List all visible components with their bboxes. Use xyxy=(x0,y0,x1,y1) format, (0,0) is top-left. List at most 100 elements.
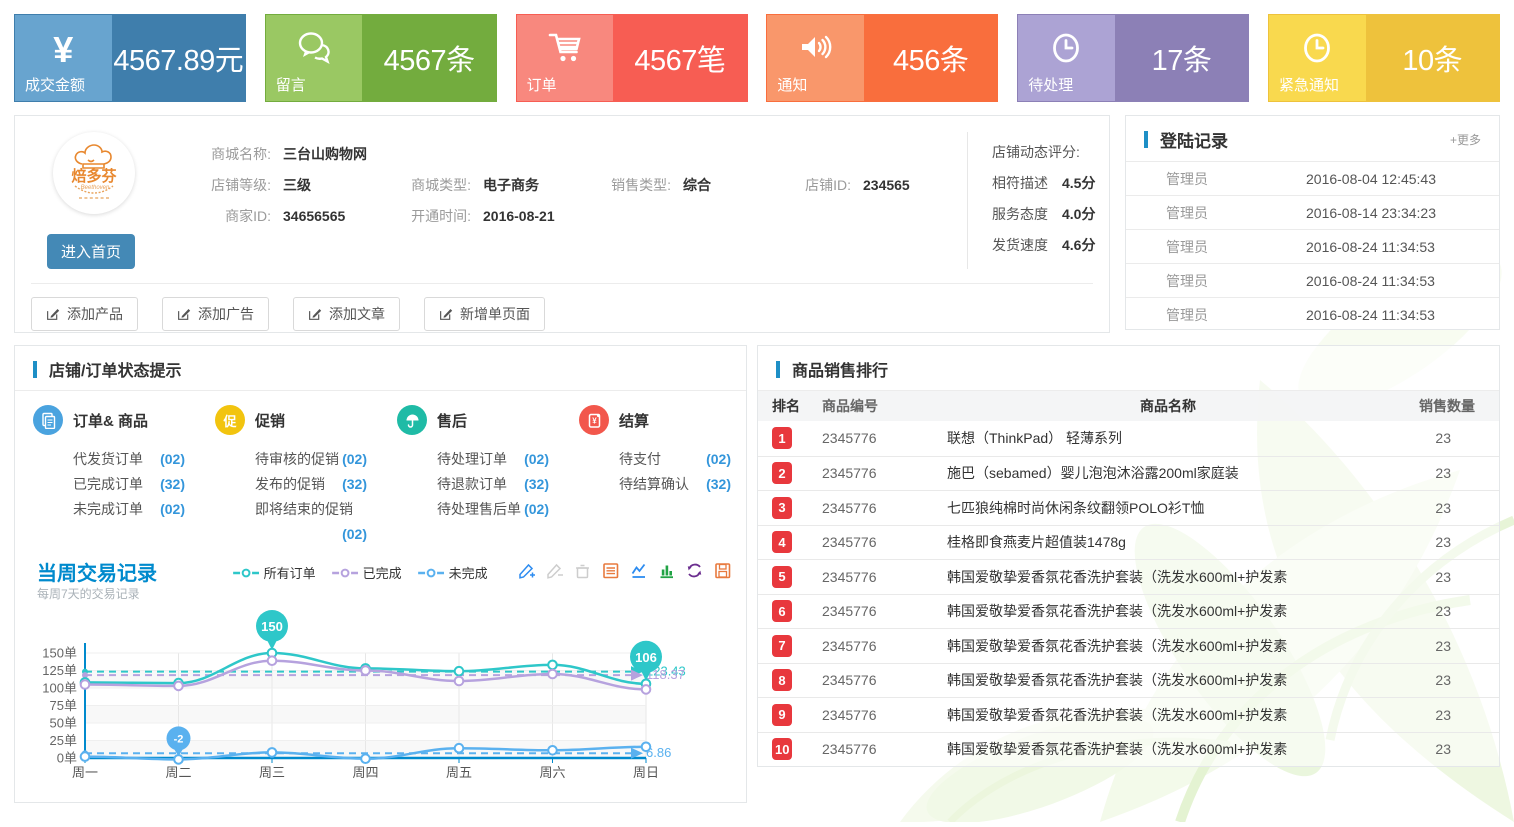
shop-id: 234565 xyxy=(863,177,967,193)
ranking-title: 商品销售排行 xyxy=(792,357,888,381)
line-chart-icon[interactable] xyxy=(629,561,648,580)
rank-badge: 7 xyxy=(772,635,792,657)
legend-completed[interactable]: 已完成 xyxy=(332,563,402,582)
open-date: 2016-08-21 xyxy=(483,208,587,224)
ranking-row: 32345776七匹狼纯棉时尚休闲条纹翻领POLO衫T恤23 xyxy=(758,490,1499,525)
status-item[interactable]: 待处理售后单(02) xyxy=(437,497,549,522)
chart-title: 当周交易记录 xyxy=(37,557,157,586)
speaker-icon xyxy=(797,30,835,71)
svg-text:周四: 周四 xyxy=(352,765,378,780)
ranking-row: 82345776韩国爱敬挚爱香氛花香洗护套装（洗发水600ml+护发素23 xyxy=(758,663,1499,698)
stat-card-label: 待处理 xyxy=(1028,74,1073,95)
svg-text:-2: -2 xyxy=(174,733,184,745)
edit-icon xyxy=(308,307,322,321)
ranking-row: 42345776桂格即食燕麦片超值装1478g23 xyxy=(758,525,1499,560)
rank-badge: 6 xyxy=(772,600,792,622)
stat-card-value: 456条 xyxy=(864,15,997,101)
ranking-row: 12345776联想（ThinkPad） 轻薄系列23 xyxy=(758,421,1499,456)
weekly-trade-chart: 0单25单50单75单100单125单150单周一周二周三周四周五周六周日123… xyxy=(15,607,746,789)
login-user: 管理员 xyxy=(1166,237,1306,257)
add-ad-button[interactable]: 添加广告 xyxy=(162,297,269,331)
ranking-row: 22345776施巴（sebamed）婴儿泡泡沐浴露200ml家庭装23 xyxy=(758,456,1499,491)
login-record-row: 管理员2016-08-14 23:34:23 xyxy=(1126,195,1499,229)
group-settlement: ¥ 结算 待支付(02) 待结算确认(32) xyxy=(579,405,747,547)
field-label: 商家ID: xyxy=(187,206,271,226)
sale-type: 综合 xyxy=(683,175,787,195)
login-user: 管理员 xyxy=(1166,271,1306,291)
bar-chart-icon[interactable] xyxy=(657,561,676,580)
group-title: 售后 xyxy=(437,410,467,431)
save-icon[interactable] xyxy=(713,561,732,580)
legend-all-orders[interactable]: 所有订单 xyxy=(233,563,316,582)
edit-icon xyxy=(439,307,453,321)
field-label: 商城类型: xyxy=(387,175,471,195)
rating-value: 4.0分 xyxy=(1062,204,1095,224)
group-after-sales: 售后 待处理订单(02) 待退款订单(32) 待处理售后单(02) xyxy=(397,405,579,547)
rating-label: 服务态度 xyxy=(992,204,1048,224)
stat-card-value: 4567笔 xyxy=(613,15,746,101)
svg-text:周一: 周一 xyxy=(72,765,98,780)
status-item[interactable]: 待审核的促销(02) xyxy=(255,447,367,472)
status-item[interactable]: 即将结束的促销(02) xyxy=(255,497,367,547)
data-view-icon[interactable] xyxy=(601,561,620,580)
store-info-panel: 焙多芬 Beethoven 进入首页 商城名称: 三台山购物网 店铺等 xyxy=(14,115,1110,333)
remove-line-marker-icon[interactable] xyxy=(545,561,564,580)
add-article-button[interactable]: 添加文章 xyxy=(293,297,400,331)
status-item[interactable]: 待支付(02) xyxy=(619,447,731,472)
cart-icon xyxy=(546,30,584,71)
svg-text:150单: 150单 xyxy=(42,646,77,661)
status-item[interactable]: 待结算确认(32) xyxy=(619,472,731,497)
add-line-marker-icon[interactable] xyxy=(517,561,536,580)
umbrella-icon xyxy=(397,405,427,435)
login-time: 2016-08-14 23:34:23 xyxy=(1306,205,1436,221)
store-fields: 商城名称: 三台山购物网 店铺等级: 三级 商城类型: 电子商务 销售类型: 综… xyxy=(171,132,967,269)
status-item[interactable]: 待退款订单(32) xyxy=(437,472,549,497)
merchant-id: 34656565 xyxy=(283,208,387,224)
enter-homepage-button[interactable]: 进入首页 xyxy=(47,234,135,269)
add-product-button[interactable]: 添加产品 xyxy=(31,297,138,331)
more-link[interactable]: +更多 xyxy=(1450,131,1481,148)
field-label: 开通时间: xyxy=(387,206,471,226)
ranking-row: 62345776韩国爱敬挚爱香氛花香洗护套装（洗发水600ml+护发素23 xyxy=(758,594,1499,629)
stat-card-label: 订单 xyxy=(527,74,557,95)
stat-card-urgent-notice: 紧急通知 10条 xyxy=(1268,14,1500,102)
status-item[interactable]: 已完成订单(32) xyxy=(73,472,185,497)
svg-text:125单: 125单 xyxy=(42,663,77,678)
store-type: 电子商务 xyxy=(483,175,587,195)
login-records-title: 登陆记录 xyxy=(1160,127,1228,152)
clear-markers-icon[interactable] xyxy=(573,561,592,580)
stat-card-orders: 订单 4567笔 xyxy=(516,14,748,102)
status-item[interactable]: 发布的促销(32) xyxy=(255,472,367,497)
ranking-row: 52345776韩国爱敬挚爱香氛花香洗护套装（洗发水600ml+护发素23 xyxy=(758,559,1499,594)
order-status-panel: 店铺/订单状态提示 订单& 商品 代发货订单(02) 已完成订单(32) 未完成… xyxy=(14,345,747,803)
rank-badge: 10 xyxy=(772,738,792,760)
rank-badge: 1 xyxy=(772,427,792,449)
rating-label: 发货速度 xyxy=(992,235,1048,255)
title-accent-bar xyxy=(1144,131,1148,148)
status-item[interactable]: 待处理订单(02) xyxy=(437,447,549,472)
svg-text:焙多芬: 焙多芬 xyxy=(71,167,117,185)
chat-bubbles-icon xyxy=(295,30,333,71)
ranking-row: 92345776韩国爱敬挚爱香氛花香洗护套装（洗发水600ml+护发素23 xyxy=(758,697,1499,732)
login-record-row: 管理员2016-08-24 11:34:53 xyxy=(1126,229,1499,263)
svg-text:0单: 0单 xyxy=(57,751,77,766)
stat-card-label: 留言 xyxy=(276,74,306,95)
rank-badge: 5 xyxy=(772,566,792,588)
status-item[interactable]: 代发货订单(02) xyxy=(73,447,185,472)
refresh-icon[interactable] xyxy=(685,561,704,580)
add-single-page-button[interactable]: 新增单页面 xyxy=(424,297,545,331)
svg-text:周六: 周六 xyxy=(539,765,565,780)
billing-icon: ¥ xyxy=(579,405,609,435)
rank-badge: 4 xyxy=(772,531,792,553)
status-item[interactable]: 未完成订单(02) xyxy=(73,497,185,522)
legend-incomplete[interactable]: 未完成 xyxy=(418,563,488,582)
ranking-row: 72345776韩国爱敬挚爱香氛花香洗护套装（洗发水600ml+护发素23 xyxy=(758,628,1499,663)
svg-text:周二: 周二 xyxy=(165,765,191,780)
ranking-table-body: 12345776联想（ThinkPad） 轻薄系列23 22345776施巴（s… xyxy=(758,421,1499,766)
dashboard-page: ¥ 成交金额 4567.89元 留言 4567条 xyxy=(0,0,1514,817)
product-sales-ranking-panel: 商品销售排行 排名 商品编号 商品名称 销售数量 12345776联想（Thin… xyxy=(757,345,1500,767)
documents-icon xyxy=(33,405,63,435)
login-time: 2016-08-04 12:45:43 xyxy=(1306,171,1436,187)
stat-card-notifications: 通知 456条 xyxy=(766,14,998,102)
login-user: 管理员 xyxy=(1166,305,1306,325)
